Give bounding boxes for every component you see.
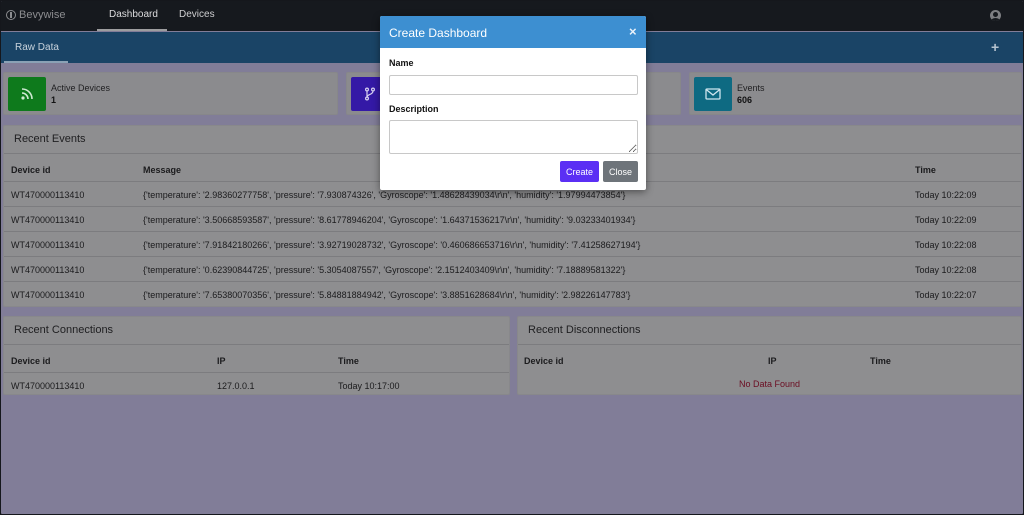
column-header: IP <box>768 356 777 366</box>
nav-tab-devices[interactable]: Devices <box>179 9 215 20</box>
create-button[interactable]: Create <box>560 161 599 182</box>
tab-raw-data[interactable]: Raw Data <box>4 32 68 63</box>
stat-label: Events <box>737 83 765 93</box>
time-cell: Today 10:22:07 <box>915 290 977 300</box>
message-cell: {'temperature': '2.98360277758', 'pressu… <box>143 190 626 200</box>
table-header: Device id IP Time <box>4 344 509 372</box>
rss-icon <box>8 77 46 111</box>
name-input[interactable] <box>389 75 638 95</box>
message-cell: {'temperature': '0.62390844725', 'pressu… <box>143 265 626 275</box>
nav-tab-dashboard[interactable]: Dashboard <box>109 9 158 20</box>
logo-icon <box>6 10 16 20</box>
add-dashboard-button[interactable]: + <box>991 39 999 55</box>
message-cell: {'temperature': '7.65380070356', 'pressu… <box>143 290 631 300</box>
name-label: Name <box>389 58 414 68</box>
table-row: WT470000113410 {'temperature': '7.918421… <box>4 231 1021 256</box>
panel-title: Recent Connections <box>14 324 114 336</box>
stat-value: 1 <box>51 95 57 105</box>
device-id-cell: WT470000113410 <box>11 290 85 300</box>
column-header: Time <box>915 165 936 175</box>
close-icon[interactable]: × <box>629 24 637 39</box>
app-frame: Bevywise Dashboard Devices Raw Data + Ac… <box>1 1 1023 514</box>
stat-value: 606 <box>737 95 753 105</box>
device-id-cell: WT470000113410 <box>11 190 85 200</box>
time-cell: Today 10:22:09 <box>915 190 977 200</box>
active-tab-indicator <box>97 29 167 31</box>
column-header: Device id <box>11 356 51 366</box>
user-icon[interactable] <box>990 10 1001 21</box>
device-id-cell: WT470000113410 <box>11 381 85 391</box>
recent-disconnections-panel: Recent Disconnections Device id IP Time … <box>517 316 1022 395</box>
message-cell: {'temperature': '3.50668593587', 'pressu… <box>143 215 636 225</box>
time-cell: Today 10:22:08 <box>915 265 977 275</box>
time-cell: Today 10:17:00 <box>338 381 400 391</box>
time-cell: Today 10:22:09 <box>915 215 977 225</box>
message-cell: {'temperature': '7.91842180266', 'pressu… <box>143 240 641 250</box>
time-cell: Today 10:22:08 <box>915 240 977 250</box>
table-header: Device id IP Time <box>518 344 1021 372</box>
column-header: Time <box>870 356 891 366</box>
recent-connections-panel: Recent Connections Device id IP Time WT4… <box>3 316 510 395</box>
column-header: Time <box>338 356 359 366</box>
no-data-message: No Data Found <box>738 379 801 389</box>
description-input[interactable] <box>389 120 638 154</box>
create-dashboard-modal: Create Dashboard × Name Description Crea… <box>380 16 646 190</box>
stat-label: Active Devices <box>51 83 111 93</box>
table-row: WT470000113410 {'temperature': '3.506685… <box>4 206 1021 231</box>
logo-text: Bevywise <box>19 9 66 21</box>
panel-title: Recent Events <box>14 133 86 145</box>
stat-card-active-devices: Active Devices 1 <box>3 72 338 115</box>
column-header: Device id <box>11 165 51 175</box>
column-header: Device id <box>524 356 564 366</box>
device-id-cell: WT470000113410 <box>11 215 85 225</box>
device-id-cell: WT470000113410 <box>11 240 85 250</box>
table-row: WT470000113410 {'temperature': '7.653800… <box>4 281 1021 306</box>
ip-cell: 127.0.0.1 <box>217 381 255 391</box>
column-header: Message <box>143 165 182 175</box>
close-button[interactable]: Close <box>603 161 638 182</box>
modal-title: Create Dashboard <box>389 26 488 40</box>
table-row: WT470000113410 {'temperature': '0.623908… <box>4 256 1021 281</box>
envelope-icon <box>694 77 732 111</box>
column-header: IP <box>217 356 226 366</box>
logo[interactable]: Bevywise <box>6 9 65 21</box>
raw-data-tab-indicator <box>4 61 68 63</box>
panel-title: Recent Disconnections <box>528 324 641 336</box>
device-id-cell: WT470000113410 <box>11 265 85 275</box>
modal-header: Create Dashboard × <box>380 16 646 48</box>
stat-card-events: Events 606 <box>689 72 1022 115</box>
description-label: Description <box>389 104 439 114</box>
table-row: WT470000113410 127.0.0.1 Today 10:17:00 <box>4 372 509 397</box>
